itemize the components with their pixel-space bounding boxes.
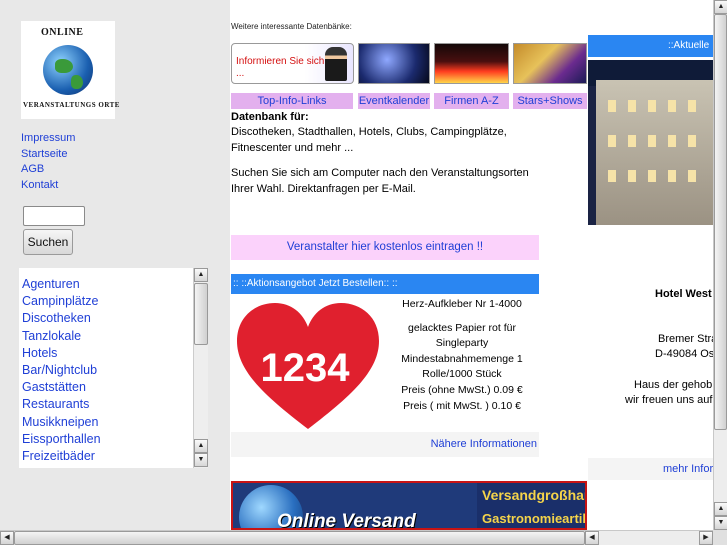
- globe-land: [71, 75, 83, 89]
- offer-body: 1234 Herz-Aufkleber Nr 1-4000 gelacktes …: [231, 295, 539, 435]
- database-title: Datenbank für:: [231, 111, 309, 123]
- site-logo[interactable]: ONLINE VERANSTALTUNGS ORTE: [21, 21, 119, 119]
- hotel-description: Haus der gehob: [634, 379, 713, 391]
- page-vertical-scrollbar[interactable]: ▲ ▲ ▼: [713, 0, 727, 530]
- logo-top-text: ONLINE: [41, 27, 84, 38]
- nav-link-startseite[interactable]: Startseite: [21, 147, 75, 163]
- hotel-window: [648, 100, 656, 112]
- shopping-woman-icon: [325, 47, 347, 81]
- category-campinplaetze[interactable]: Campinplätze: [22, 293, 101, 310]
- offer-header: :: ::Aktionsangebot Jetzt Bestellen:: ::: [231, 274, 539, 294]
- globe-land: [55, 59, 73, 73]
- top-nav: Impressum Startseite AGB Kontakt: [21, 131, 75, 193]
- category-freizeitbaeder[interactable]: Freizeitbäder: [22, 448, 101, 465]
- category-tanzlokale[interactable]: Tanzlokale: [22, 328, 101, 345]
- database-text: Discotheken, Stadthallen, Hotels, Clubs,…: [231, 126, 507, 154]
- hotel-window: [688, 170, 696, 182]
- nav-link-agb[interactable]: AGB: [21, 162, 75, 178]
- hotel-name: Hotel West: [655, 288, 712, 300]
- arrow-left-icon[interactable]: ◀: [0, 531, 14, 545]
- arrow-up-icon[interactable]: ▲: [194, 268, 208, 282]
- ad-title: Online Versand: [277, 511, 416, 530]
- offer-line: Mindestabnahmemenge 1 Rolle/1000 Stück: [401, 352, 523, 381]
- arrow-up-icon[interactable]: ▲: [714, 0, 727, 14]
- category-list-box: Agenturen Campinplätze Discotheken Tanzl…: [19, 268, 208, 468]
- hotel-window: [688, 100, 696, 112]
- hotel-window: [628, 170, 636, 182]
- hotel-window: [668, 135, 676, 147]
- heart-number: 1234: [261, 346, 351, 390]
- search-button[interactable]: Suchen: [23, 229, 73, 255]
- more-info-link[interactable]: Nähere Informationen: [231, 432, 539, 457]
- tab-eventkalender[interactable]: Eventkalender: [358, 93, 430, 109]
- offer-line: Herz-Aufkleber Nr 1-4000: [402, 298, 522, 310]
- hotel-window: [688, 135, 696, 147]
- ad-line-2: Gastronomieartikel, Vereinsbedarf, Werbe…: [482, 511, 585, 526]
- hotel-city: D-49084 Os: [655, 348, 713, 360]
- hotel-description: wir freuen uns auf: [625, 394, 713, 406]
- current-header: ::Aktuelle: [588, 35, 713, 57]
- arrow-left-icon[interactable]: ◀: [585, 531, 599, 545]
- offer-line: gelacktes Papier rot für Singleparty: [408, 321, 516, 350]
- search-input[interactable]: [23, 206, 85, 226]
- vertical-scroll-thumb[interactable]: [714, 14, 727, 430]
- category-discotheken[interactable]: Discotheken: [22, 310, 101, 327]
- category-gaststaetten[interactable]: Gaststätten: [22, 379, 101, 396]
- hotel-window: [648, 135, 656, 147]
- online-versand-ad[interactable]: Online Versand Versandgroßhandel für: Ga…: [231, 481, 587, 530]
- ad-line-1: Versandgroßhandel für:: [482, 487, 585, 503]
- hotel-more-link[interactable]: mehr Infor: [588, 458, 713, 480]
- banner-eventkalender[interactable]: [358, 43, 430, 84]
- offer-line: Preis (ohne MwSt.) 0.09 €: [401, 383, 523, 396]
- hotel-window: [628, 135, 636, 147]
- hotel-window: [668, 100, 676, 112]
- hotel-window: [628, 100, 636, 112]
- horizontal-scroll-thumb[interactable]: [14, 531, 585, 545]
- hotel-street: Bremer Stra: [658, 333, 713, 345]
- hotel-window: [608, 170, 616, 182]
- hotel-window: [668, 170, 676, 182]
- nav-link-impressum[interactable]: Impressum: [21, 131, 75, 147]
- category-scrollbar[interactable]: ▲ ▲ ▼: [193, 268, 208, 468]
- free-entry-link[interactable]: Veranstalter hier kostenlos eintragen !!: [231, 235, 539, 260]
- category-scroll-thumb[interactable]: [194, 283, 208, 345]
- category-bar-nightclub[interactable]: Bar/Nightclub: [22, 362, 101, 379]
- banner-firmen[interactable]: [434, 43, 509, 84]
- heart-sticker-image[interactable]: 1234: [235, 301, 381, 433]
- hotel-window: [648, 170, 656, 182]
- category-eissporthallen[interactable]: Eissporthallen: [22, 431, 101, 448]
- tab-firmen-a-z[interactable]: Firmen A-Z: [434, 93, 509, 109]
- hotel-window: [608, 100, 616, 112]
- hotel-info: Hotel West Bremer Stra D-49084 Os Haus d…: [588, 258, 713, 458]
- hotel-window: [608, 135, 616, 147]
- tab-top-info-links[interactable]: Top-Info-Links: [231, 93, 353, 109]
- category-list: Agenturen Campinplätze Discotheken Tanzl…: [22, 276, 101, 465]
- category-agenturen[interactable]: Agenturen: [22, 276, 101, 293]
- category-hotels[interactable]: Hotels: [22, 345, 101, 362]
- nav-link-kontakt[interactable]: Kontakt: [21, 178, 75, 194]
- page-horizontal-scrollbar[interactable]: ◀ ◀ ▶: [0, 530, 713, 545]
- tab-stars-shows[interactable]: Stars+Shows: [513, 93, 587, 109]
- scrollbar-corner: [713, 530, 727, 545]
- banner-stars-shows[interactable]: [513, 43, 587, 84]
- databases-label: Weitere interessante Datenbänke:: [231, 22, 352, 31]
- arrow-up-icon[interactable]: ▲: [714, 502, 727, 516]
- category-musikkneipen[interactable]: Musikkneipen: [22, 414, 101, 431]
- arrow-down-icon[interactable]: ▼: [194, 453, 208, 467]
- arrow-up-icon[interactable]: ▲: [194, 439, 208, 453]
- left-sidebar: ONLINE VERANSTALTUNGS ORTE Impressum Sta…: [0, 0, 230, 530]
- category-restaurants[interactable]: Restaurants: [22, 396, 101, 413]
- arrow-right-icon[interactable]: ▶: [699, 531, 713, 545]
- arrow-down-icon[interactable]: ▼: [714, 516, 727, 530]
- offer-line: Preis ( mit MwSt. ) 0.10 €: [403, 399, 521, 412]
- banner-informieren[interactable]: Informieren Sie sich jetzt ...: [231, 43, 354, 84]
- offer-details: Herz-Aufkleber Nr 1-4000 gelacktes Papie…: [388, 295, 536, 414]
- logo-bottom-text: VERANSTALTUNGS ORTE: [23, 101, 120, 109]
- hotel-photo[interactable]: [588, 60, 713, 225]
- search-description: Suchen Sie sich am Computer nach den Ver…: [231, 167, 529, 195]
